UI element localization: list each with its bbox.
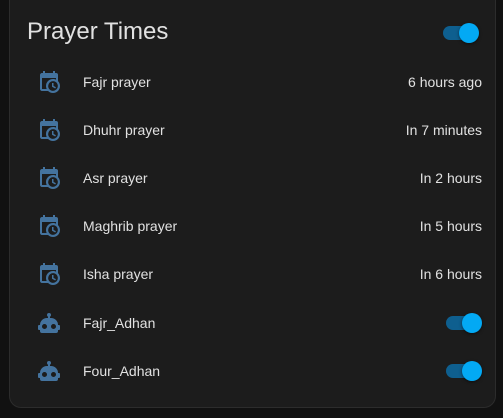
entity-state: In 2 hours [419,170,482,186]
card-header: Prayer Times [27,15,482,51]
entity-state: In 5 hours [419,218,482,234]
entity-row-asr-prayer[interactable]: Asr prayer In 2 hours [27,158,482,198]
calendar-clock-icon [40,119,60,141]
calendar-clock-icon [40,263,60,285]
calendar-clock-icon [40,167,60,189]
entity-row-fajr-prayer[interactable]: Fajr prayer 6 hours ago [27,62,482,102]
prayer-times-card: Prayer Times Fajr prayer 6 hours ago Dhu… [9,0,496,408]
entity-name: Fajr prayer [83,74,151,90]
robot-icon [38,313,60,333]
entity-state: 6 hours ago [408,74,482,90]
robot-icon [38,361,60,381]
entity-name: Maghrib prayer [83,218,178,234]
entity-row-maghrib-prayer[interactable]: Maghrib prayer In 5 hours [27,206,482,246]
toggle-thumb [459,23,479,43]
entity-row-four-adhan[interactable]: Four_Adhan [27,351,482,391]
entity-name: Four_Adhan [83,363,161,379]
entity-row-dhuhr-prayer[interactable]: Dhuhr prayer In 7 minutes [27,110,482,150]
toggle-thumb [462,361,482,381]
entity-name: Fajr_Adhan [83,315,156,331]
entity-state: In 7 minutes [405,122,482,138]
entity-name: Dhuhr prayer [83,122,165,138]
calendar-clock-icon [40,71,60,93]
entity-row-fajr-adhan[interactable]: Fajr_Adhan [27,303,482,343]
calendar-clock-icon [40,215,60,237]
entity-name: Asr prayer [83,170,148,186]
entity-name: Isha prayer [83,266,154,282]
header-toggle[interactable] [443,22,479,44]
toggle-thumb [462,313,482,333]
entity-row-isha-prayer[interactable]: Isha prayer In 6 hours [27,254,482,294]
fajr-adhan-toggle[interactable] [446,312,482,334]
card-title: Prayer Times [27,18,169,45]
entity-state: In 6 hours [419,266,482,282]
four-adhan-toggle[interactable] [446,360,482,382]
